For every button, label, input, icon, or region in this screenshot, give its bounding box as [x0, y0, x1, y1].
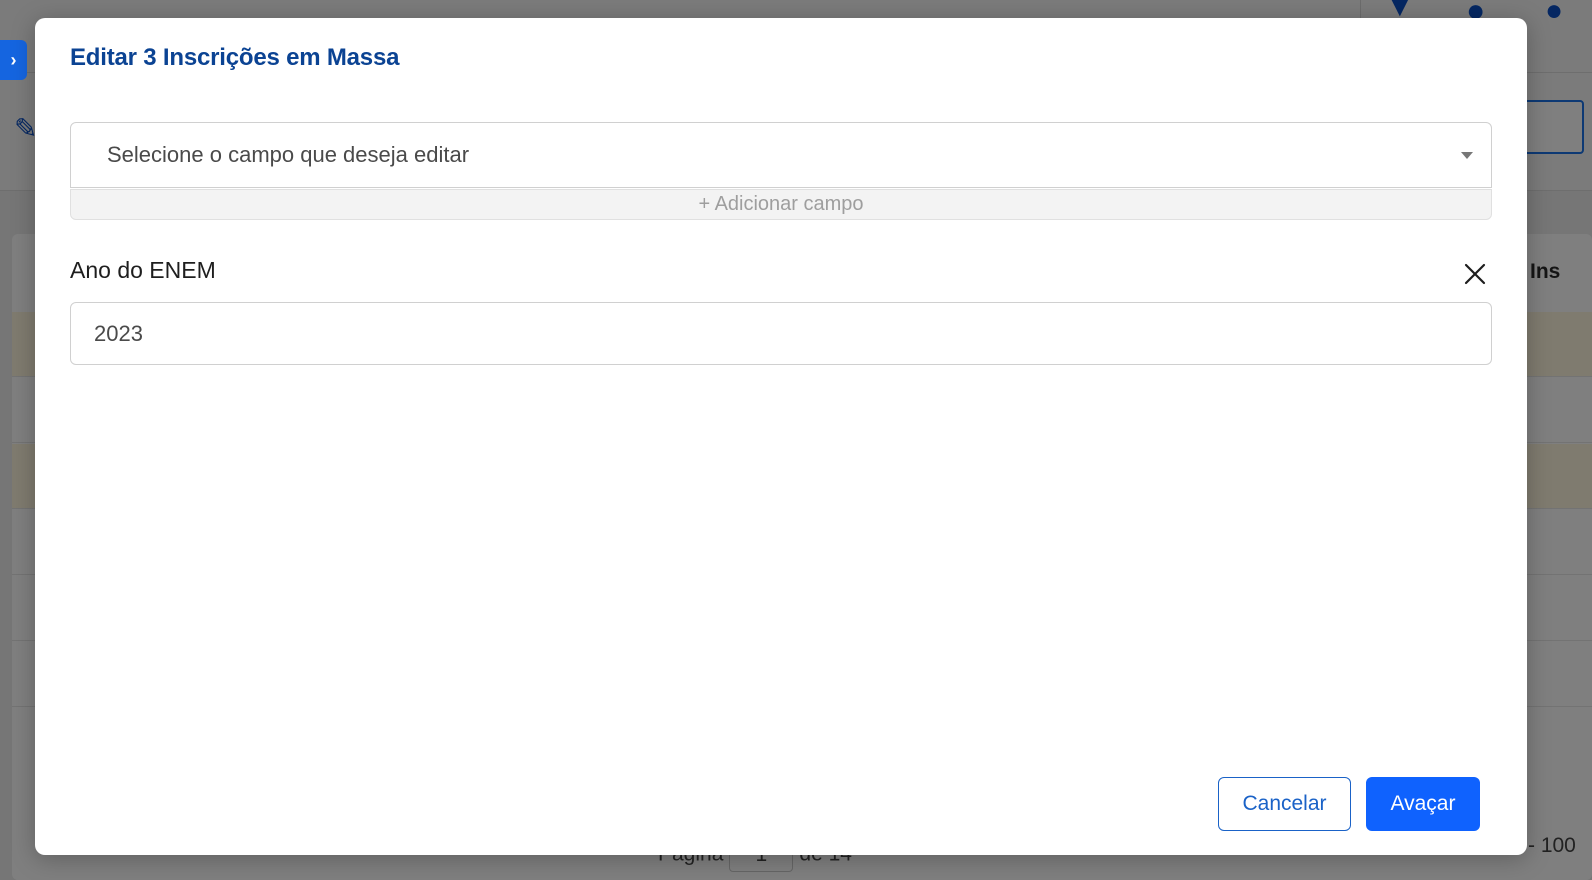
- cancel-button[interactable]: Cancelar: [1218, 777, 1351, 831]
- close-icon[interactable]: [1463, 262, 1487, 286]
- add-field-button[interactable]: + Adicionar campo: [70, 189, 1492, 220]
- field-select-placeholder: Selecione o campo que deseja editar: [107, 142, 470, 167]
- ano-enem-input[interactable]: [70, 302, 1492, 365]
- modal-title: Editar 3 Inscrições em Massa: [70, 44, 400, 71]
- chevron-right-icon: ›: [10, 49, 17, 70]
- field-select[interactable]: Selecione o campo que deseja editar: [70, 122, 1492, 188]
- bulk-edit-modal: Editar 3 Inscrições em Massa Selecione o…: [35, 18, 1527, 855]
- sidebar-toggle-button[interactable]: ›: [0, 40, 27, 80]
- field-label-ano-enem: Ano do ENEM: [70, 257, 216, 283]
- caret-down-icon: [1461, 151, 1473, 159]
- advance-button[interactable]: Avaçar: [1366, 777, 1480, 831]
